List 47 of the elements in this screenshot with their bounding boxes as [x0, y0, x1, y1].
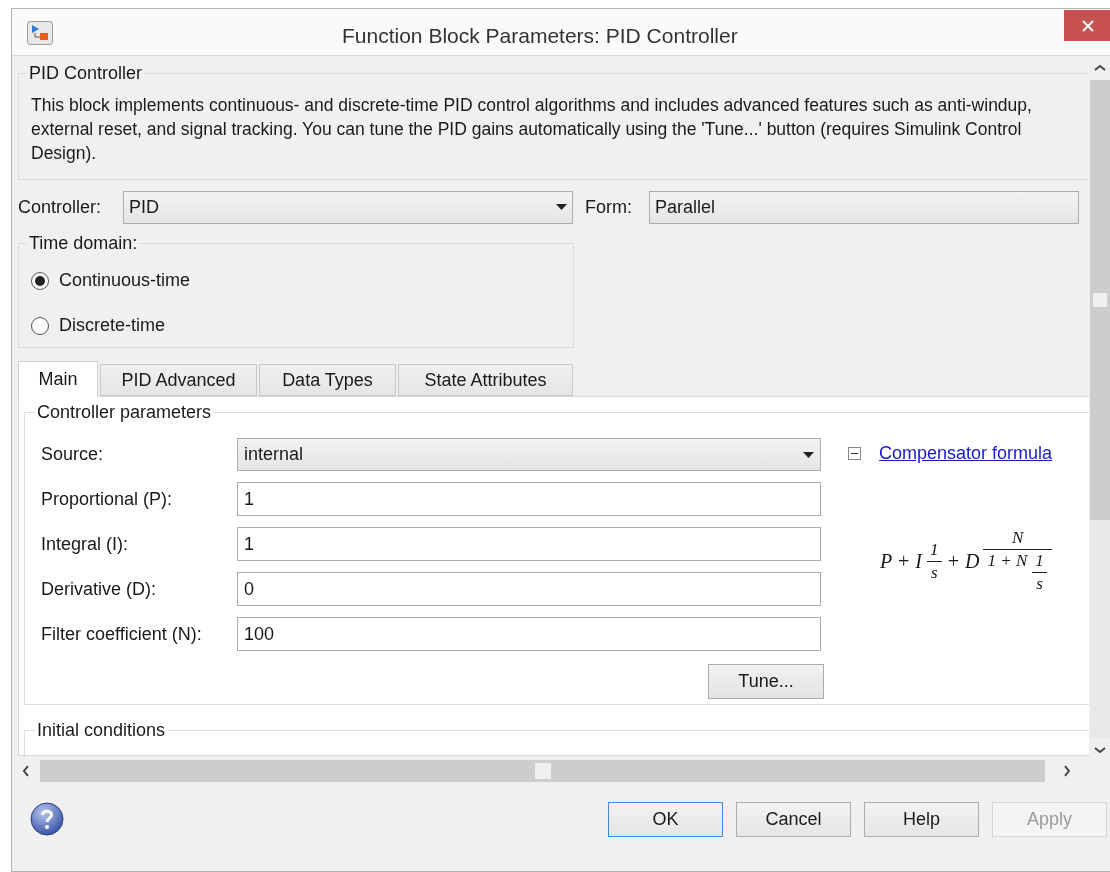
controller-label: Controller:	[18, 195, 103, 219]
input-field[interactable]: 0	[237, 572, 821, 606]
window-title: Function Block Parameters: PID Controller	[342, 23, 738, 49]
tab[interactable]: Main	[18, 361, 98, 397]
group-title: PID Controller	[28, 62, 144, 85]
radio-button[interactable]	[31, 316, 49, 335]
dialog-button[interactable]: Help	[864, 801, 979, 837]
tune-button[interactable]: Tune...	[708, 664, 824, 699]
radio-button[interactable]	[31, 271, 49, 290]
input-field[interactable]: 1	[237, 527, 821, 561]
radio-label: Continuous-time	[59, 269, 191, 292]
input-field[interactable]: 1	[237, 482, 821, 516]
close-button[interactable]	[1064, 10, 1110, 41]
tab[interactable]: Data Types	[259, 364, 396, 396]
help-icon[interactable]	[30, 802, 64, 836]
field-label: Filter coefficient (N):	[41, 622, 203, 646]
block-icon	[27, 21, 53, 45]
compensator-formula-link[interactable]: Compensator formula	[879, 440, 1053, 467]
input-field[interactable]: 100	[237, 617, 821, 651]
group-title: Time domain:	[28, 232, 139, 255]
scroll-up-icon[interactable]	[1094, 64, 1106, 72]
radio-label: Discrete-time	[59, 314, 165, 337]
field-label: Derivative (D):	[41, 577, 157, 601]
caret-icon	[803, 451, 814, 458]
scroll-left-icon[interactable]	[22, 765, 30, 777]
dialog-button[interactable]: OK	[608, 801, 723, 837]
field-label: Proportional (P):	[41, 487, 174, 511]
group-title: Initial conditions	[36, 719, 167, 742]
close-icon	[1080, 18, 1095, 33]
field-label: Integral (I):	[41, 532, 130, 556]
source-dropdown[interactable]: internal	[237, 438, 821, 471]
tab[interactable]: PID Advanced	[100, 364, 257, 396]
controller-dropdown[interactable]: PID	[123, 190, 573, 224]
field-label: Source:	[41, 443, 105, 466]
scroll-right-icon[interactable]	[1063, 765, 1071, 777]
tab[interactable]: State Attributes	[398, 364, 573, 396]
group-title: Controller parameters	[36, 401, 213, 424]
form-dropdown[interactable]: Parallel	[649, 190, 1079, 224]
form-label: Form:	[585, 195, 633, 219]
dialog-button: Apply	[992, 801, 1107, 837]
description-text: This block implements continuous- and discrete-time PID control algorithms and includes advanced features such as anti-windup, external reset, and signal tracking. You can tune the PID gains automatically using the 'Tune...' button (requires Simulink Control Design).	[31, 94, 1033, 165]
caret-icon	[556, 204, 567, 210]
collapse-icon[interactable]	[848, 447, 861, 460]
dialog-button[interactable]: Cancel	[736, 801, 851, 837]
scroll-thumb[interactable]	[534, 763, 551, 779]
scroll-down-icon[interactable]	[1094, 746, 1106, 754]
scroll-thumb[interactable]	[1093, 293, 1107, 307]
